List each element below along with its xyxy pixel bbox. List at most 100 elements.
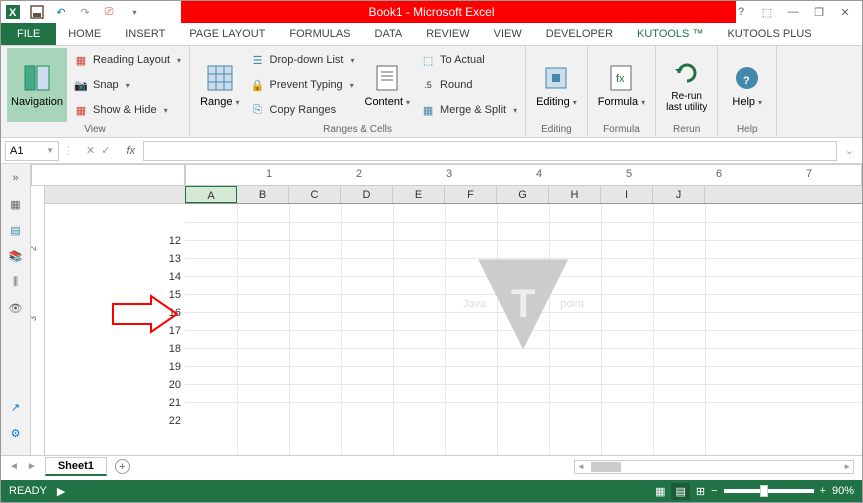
reading-layout-button[interactable]: ▦Reading Layout xyxy=(71,51,183,69)
content-button[interactable]: Content xyxy=(361,48,415,122)
prevent-typing-button[interactable]: 🔒Prevent Typing xyxy=(248,76,357,94)
pane-autotext-icon[interactable]: ▤ xyxy=(6,220,26,240)
navigation-button[interactable]: Navigation xyxy=(7,48,67,122)
grid[interactable]: A B C D E F G H I J Java T point xyxy=(185,186,862,455)
restore-icon[interactable]: ❐ xyxy=(808,3,830,21)
row-header[interactable]: 17 xyxy=(151,322,181,340)
zoom-out-icon[interactable]: − xyxy=(711,485,717,497)
group-rerun: Re-runlast utility Rerun xyxy=(656,46,718,137)
horizontal-scrollbar[interactable]: ◄ ► xyxy=(574,460,854,474)
row-header[interactable]: 15 xyxy=(151,286,181,304)
pane-names-icon[interactable]: 📚 xyxy=(6,246,26,266)
formula-button[interactable]: fx Formula xyxy=(594,48,649,122)
zoom-in-icon[interactable]: + xyxy=(820,485,826,497)
qat-dropdown-icon[interactable] xyxy=(125,4,141,20)
ribbon: Navigation ▦Reading Layout 📷Snap ▦Show &… xyxy=(1,46,862,138)
expand-formula-icon[interactable]: ⌄ xyxy=(841,144,858,157)
view-pagebreak-icon[interactable]: ⊞ xyxy=(696,485,705,498)
col-header[interactable]: B xyxy=(237,186,289,203)
tab-formulas[interactable]: FORMULAS xyxy=(277,23,362,45)
sheet-nav-prev[interactable]: ► xyxy=(27,461,37,472)
cancel-icon[interactable]: ✕ xyxy=(86,144,95,157)
col-header[interactable]: D xyxy=(341,186,393,203)
macro-icon[interactable]: ▶ xyxy=(57,485,65,498)
formula-label: Formula xyxy=(598,96,645,108)
row-header[interactable]: 22 xyxy=(151,412,181,430)
editing-button[interactable]: Editing xyxy=(532,48,581,122)
row-header[interactable]: 21 xyxy=(151,394,181,412)
help-button[interactable]: ? Help xyxy=(724,48,770,122)
tab-insert[interactable]: INSERT xyxy=(113,23,177,45)
show-hide-button[interactable]: ▦Show & Hide xyxy=(71,101,183,119)
row-header[interactable]: 16 xyxy=(151,304,181,322)
to-actual-button[interactable]: ⬚To Actual xyxy=(418,51,519,69)
ribbon-options-icon[interactable]: ⬚ xyxy=(756,3,778,21)
range-button[interactable]: Range xyxy=(196,48,243,122)
col-header[interactable]: H xyxy=(549,186,601,203)
save-icon[interactable] xyxy=(29,4,45,20)
status-bar: READY ▶ ▦ ▤ ⊞ − + 90% xyxy=(1,480,862,502)
col-header[interactable]: G xyxy=(497,186,549,203)
row-header[interactable]: 13 xyxy=(151,250,181,268)
round-button[interactable]: .5Round xyxy=(418,76,519,94)
enter-icon[interactable]: ✓ xyxy=(101,144,110,157)
touch-icon[interactable]: ⎚ xyxy=(101,4,117,20)
pane-find-icon[interactable]: 👁 xyxy=(6,298,26,318)
tab-developer[interactable]: DEVELOPER xyxy=(534,23,625,45)
rerun-icon xyxy=(671,57,703,89)
zoom-value[interactable]: 90% xyxy=(832,485,854,497)
row-header[interactable]: 18 xyxy=(151,340,181,358)
cell-area[interactable]: Java T point xyxy=(185,204,862,455)
row-header[interactable]: 14 xyxy=(151,268,181,286)
navigation-label: Navigation xyxy=(11,96,63,108)
tab-home[interactable]: HOME xyxy=(56,23,113,45)
rerun-button[interactable]: Re-runlast utility xyxy=(662,48,711,122)
dropdown-list-button[interactable]: ☰Drop-down List xyxy=(248,51,357,69)
col-header[interactable]: J xyxy=(653,186,705,203)
tab-pagelayout[interactable]: PAGE LAYOUT xyxy=(177,23,277,45)
editing-label: Editing xyxy=(536,96,577,108)
formula-input[interactable] xyxy=(143,141,837,161)
merge-split-button[interactable]: ▦Merge & Split xyxy=(418,101,519,119)
tab-data[interactable]: DATA xyxy=(363,23,415,45)
col-header[interactable]: A xyxy=(185,186,237,203)
row-header[interactable]: 20 xyxy=(151,376,181,394)
copy-ranges-button[interactable]: ⎘Copy Ranges xyxy=(248,101,357,119)
row-header[interactable]: 19 xyxy=(151,358,181,376)
tab-review[interactable]: REVIEW xyxy=(414,23,481,45)
sheet-nav-first[interactable]: ◄ xyxy=(9,461,19,472)
status-text: READY xyxy=(9,485,47,497)
view-normal-icon[interactable]: ▦ xyxy=(655,485,665,498)
tab-view[interactable]: VIEW xyxy=(482,23,534,45)
pane-columns-icon[interactable]: ⫼ xyxy=(6,272,26,292)
name-box[interactable]: A1▼ xyxy=(5,141,59,161)
group-view-label: View xyxy=(7,122,183,137)
pane-popout-icon[interactable]: ↗ xyxy=(6,397,26,417)
window-title: Book1 - Microsoft Excel xyxy=(368,5,494,19)
view-layout-icon[interactable]: ▤ xyxy=(671,483,689,500)
pane-settings-icon[interactable]: ⚙ xyxy=(6,423,26,443)
pane-collapse-icon[interactable]: » xyxy=(6,168,26,188)
fx-icon[interactable]: fx xyxy=(122,145,139,157)
sheet-tab-bar: ◄ ► Sheet1 + ◄ ► xyxy=(1,455,862,477)
undo-icon[interactable]: ↶ xyxy=(53,4,69,20)
tab-kutools[interactable]: KUTOOLS ™ xyxy=(625,23,715,45)
group-help-label: Help xyxy=(724,122,770,137)
minimize-icon[interactable]: — xyxy=(782,3,804,21)
sheet-tab[interactable]: Sheet1 xyxy=(45,457,107,476)
help-icon[interactable]: ? xyxy=(730,3,752,21)
col-header[interactable]: C xyxy=(289,186,341,203)
row-header[interactable]: 12 xyxy=(151,232,181,250)
zoom-slider[interactable] xyxy=(724,489,814,493)
pane-workbook-icon[interactable]: ▦ xyxy=(6,194,26,214)
redo-icon[interactable]: ↷ xyxy=(77,4,93,20)
col-header[interactable]: F xyxy=(445,186,497,203)
col-header[interactable]: E xyxy=(393,186,445,203)
help-icon-ribbon: ? xyxy=(731,62,763,94)
tab-file[interactable]: FILE xyxy=(1,23,56,45)
close-icon[interactable]: ✕ xyxy=(834,3,856,21)
snap-button[interactable]: 📷Snap xyxy=(71,76,183,94)
add-sheet-button[interactable]: + xyxy=(115,459,130,474)
tab-kutoolsplus[interactable]: KUTOOLS PLUS xyxy=(715,23,823,45)
col-header[interactable]: I xyxy=(601,186,653,203)
